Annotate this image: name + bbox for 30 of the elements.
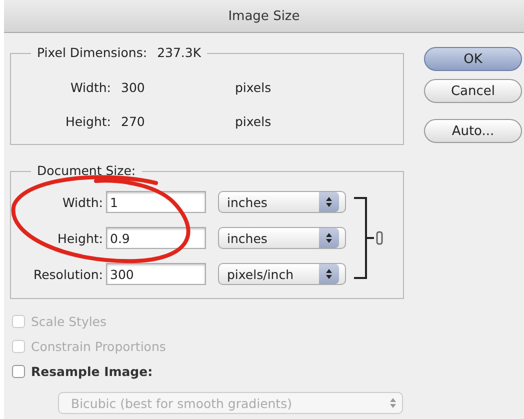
pixel-value: 270 xyxy=(120,114,146,128)
input-field[interactable]: 1 xyxy=(106,191,206,213)
field-label: Height: xyxy=(64,114,111,128)
field-label: Width: xyxy=(69,80,111,94)
dialog-button[interactable]: Auto... xyxy=(424,119,522,143)
pixel-size: 237.3K xyxy=(157,45,202,60)
pixel-value: 300 xyxy=(120,80,146,94)
stepper-icon xyxy=(326,268,332,280)
checkbox[interactable] xyxy=(12,365,25,378)
field-label: Width: xyxy=(61,194,104,210)
group-legend: Pixel Dimensions: xyxy=(37,45,148,60)
dialog-button[interactable]: Cancel xyxy=(424,79,522,103)
input-field[interactable]: 300 xyxy=(106,263,206,285)
field-label: Resolution: xyxy=(32,266,104,282)
unit-dropdown[interactable]: inches xyxy=(218,227,346,249)
unit-dropdown[interactable]: inches xyxy=(218,191,346,213)
checkbox-label: Resample Image: xyxy=(31,364,153,379)
unit-label: pixels xyxy=(235,114,272,128)
checkbox-label: Constrain Proportions xyxy=(31,339,166,354)
field-label: Height: xyxy=(56,230,104,246)
window-title: Image Size xyxy=(228,8,300,24)
dialog-button[interactable]: OK xyxy=(424,47,522,71)
input-field[interactable]: 0.9 xyxy=(106,227,206,249)
checkbox-label: Scale Styles xyxy=(31,314,107,329)
stepper-icon xyxy=(390,397,396,409)
stepper-icon xyxy=(326,232,332,244)
unit-dropdown[interactable]: pixels/inch xyxy=(218,263,346,285)
stepper-icon xyxy=(326,196,332,208)
group-legend: Document Size: xyxy=(37,163,136,178)
unit-label: pixels xyxy=(235,80,272,94)
